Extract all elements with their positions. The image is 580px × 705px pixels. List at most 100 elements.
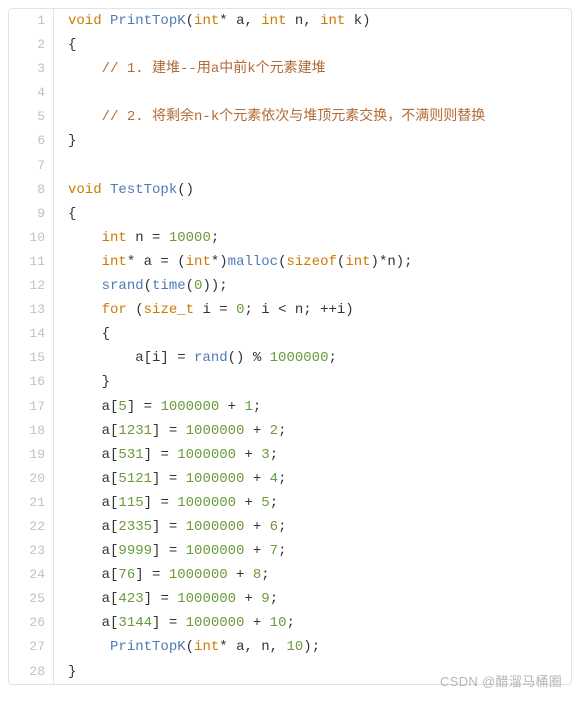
token-plain: * a, — [219, 13, 261, 29]
line-source[interactable]: { — [54, 322, 572, 346]
token-plain: ] = — [135, 567, 169, 583]
token-plain: a[ — [68, 591, 118, 607]
line-number: 23 — [9, 539, 54, 563]
token-nm: 6 — [270, 519, 278, 535]
line-number: 1 — [9, 9, 54, 33]
token-fn: srand — [102, 278, 144, 294]
line-source[interactable]: for (size_t i = 0; i < n; ++i) — [54, 298, 572, 322]
line-number: 5 — [9, 105, 54, 129]
line-source[interactable]: a[i] = rand() % 1000000; — [54, 346, 572, 370]
code-line: 4 — [9, 81, 571, 105]
token-fn: rand — [194, 350, 228, 366]
line-number: 20 — [9, 467, 54, 491]
line-source[interactable]: a[115] = 1000000 + 5; — [54, 491, 572, 515]
token-plain: ( — [144, 278, 152, 294]
token-nm: 1000000 — [186, 471, 245, 487]
token-plain: ; i < n; ++i) — [244, 302, 353, 318]
token-nm: 76 — [118, 567, 135, 583]
line-source[interactable]: void PrintTopK(int* a, int n, int k) — [54, 9, 572, 33]
code-table: 1void PrintTopK(int* a, int n, int k)2{3… — [9, 9, 571, 684]
line-source[interactable]: // 2. 将剩余n-k个元素依次与堆顶元素交换，不满则则替换 — [54, 105, 572, 129]
code-block: 1void PrintTopK(int* a, int n, int k)2{3… — [8, 8, 572, 685]
token-kw: int — [345, 254, 370, 270]
code-line: 25 a[423] = 1000000 + 9; — [9, 587, 571, 611]
token-nm: 5 — [261, 495, 269, 511]
line-number: 22 — [9, 515, 54, 539]
token-nm: 3144 — [118, 615, 152, 631]
token-plain: + — [244, 543, 269, 559]
token-plain: ] = — [152, 471, 186, 487]
line-source[interactable]: } — [54, 129, 572, 153]
token-plain: ; — [211, 230, 219, 246]
token-plain: ( — [278, 254, 286, 270]
line-source[interactable]: void TestTopk() — [54, 178, 572, 202]
token-plain — [68, 230, 102, 246]
token-plain — [68, 302, 102, 318]
token-plain: + — [236, 495, 261, 511]
code-line: 16 } — [9, 370, 571, 394]
line-number: 17 — [9, 395, 54, 419]
line-source[interactable] — [54, 81, 572, 105]
token-fn: PrintTopK — [110, 13, 186, 29]
line-number: 6 — [9, 129, 54, 153]
code-line: 18 a[1231] = 1000000 + 2; — [9, 419, 571, 443]
token-nm: 2 — [270, 423, 278, 439]
line-source[interactable]: a[5] = 1000000 + 1; — [54, 395, 572, 419]
token-kw: for — [102, 302, 127, 318]
code-body: 1void PrintTopK(int* a, int n, int k)2{3… — [9, 9, 571, 684]
token-fn: malloc — [228, 254, 278, 270]
line-number: 18 — [9, 419, 54, 443]
line-source[interactable]: a[531] = 1000000 + 3; — [54, 443, 572, 467]
line-source[interactable]: a[3144] = 1000000 + 10; — [54, 611, 572, 635]
token-plain: ] = — [144, 495, 178, 511]
line-number: 3 — [9, 57, 54, 81]
code-line: 22 a[2335] = 1000000 + 6; — [9, 515, 571, 539]
line-number: 12 — [9, 274, 54, 298]
line-source[interactable]: a[423] = 1000000 + 9; — [54, 587, 572, 611]
token-nm: 1000000 — [186, 423, 245, 439]
token-plain: ; — [261, 567, 269, 583]
line-source[interactable]: int* a = (int*)malloc(sizeof(int)*n); — [54, 250, 572, 274]
token-plain: ( — [186, 13, 194, 29]
line-source[interactable]: PrintTopK(int* a, n, 10); — [54, 635, 572, 659]
code-line: 9{ — [9, 202, 571, 226]
token-nm: 1000000 — [186, 615, 245, 631]
code-line: 27 PrintTopK(int* a, n, 10); — [9, 635, 571, 659]
token-kw: sizeof — [287, 254, 337, 270]
line-number: 25 — [9, 587, 54, 611]
line-number: 24 — [9, 563, 54, 587]
line-number: 7 — [9, 154, 54, 178]
line-source[interactable]: a[1231] = 1000000 + 2; — [54, 419, 572, 443]
token-kw: int — [102, 254, 127, 270]
token-nm: 5 — [118, 399, 126, 415]
token-plain: { — [68, 206, 76, 222]
token-plain: ; — [270, 591, 278, 607]
token-plain: + — [244, 519, 269, 535]
token-plain: *) — [211, 254, 228, 270]
token-plain: ] = — [152, 543, 186, 559]
line-source[interactable] — [54, 154, 572, 178]
token-plain: a[ — [68, 519, 118, 535]
token-plain: ; — [253, 399, 261, 415]
token-fn: time — [152, 278, 186, 294]
line-source[interactable]: { — [54, 33, 572, 57]
line-source[interactable]: { — [54, 202, 572, 226]
line-number: 8 — [9, 178, 54, 202]
token-plain — [102, 182, 110, 198]
token-plain: a[ — [68, 399, 118, 415]
line-number: 9 — [9, 202, 54, 226]
token-plain: + — [219, 399, 244, 415]
token-kw: int — [261, 13, 286, 29]
line-source[interactable]: } — [54, 370, 572, 394]
line-source[interactable]: int n = 10000; — [54, 226, 572, 250]
line-source[interactable]: // 1. 建堆--用a中前k个元素建堆 — [54, 57, 572, 81]
line-source[interactable]: srand(time(0)); — [54, 274, 572, 298]
token-plain — [68, 61, 102, 77]
token-plain: n, — [287, 13, 321, 29]
line-number: 19 — [9, 443, 54, 467]
line-source[interactable]: a[76] = 1000000 + 8; — [54, 563, 572, 587]
token-cm: // 1. 建堆--用a中前k个元素建堆 — [102, 61, 326, 77]
line-source[interactable]: a[9999] = 1000000 + 7; — [54, 539, 572, 563]
line-source[interactable]: a[2335] = 1000000 + 6; — [54, 515, 572, 539]
line-source[interactable]: a[5121] = 1000000 + 4; — [54, 467, 572, 491]
